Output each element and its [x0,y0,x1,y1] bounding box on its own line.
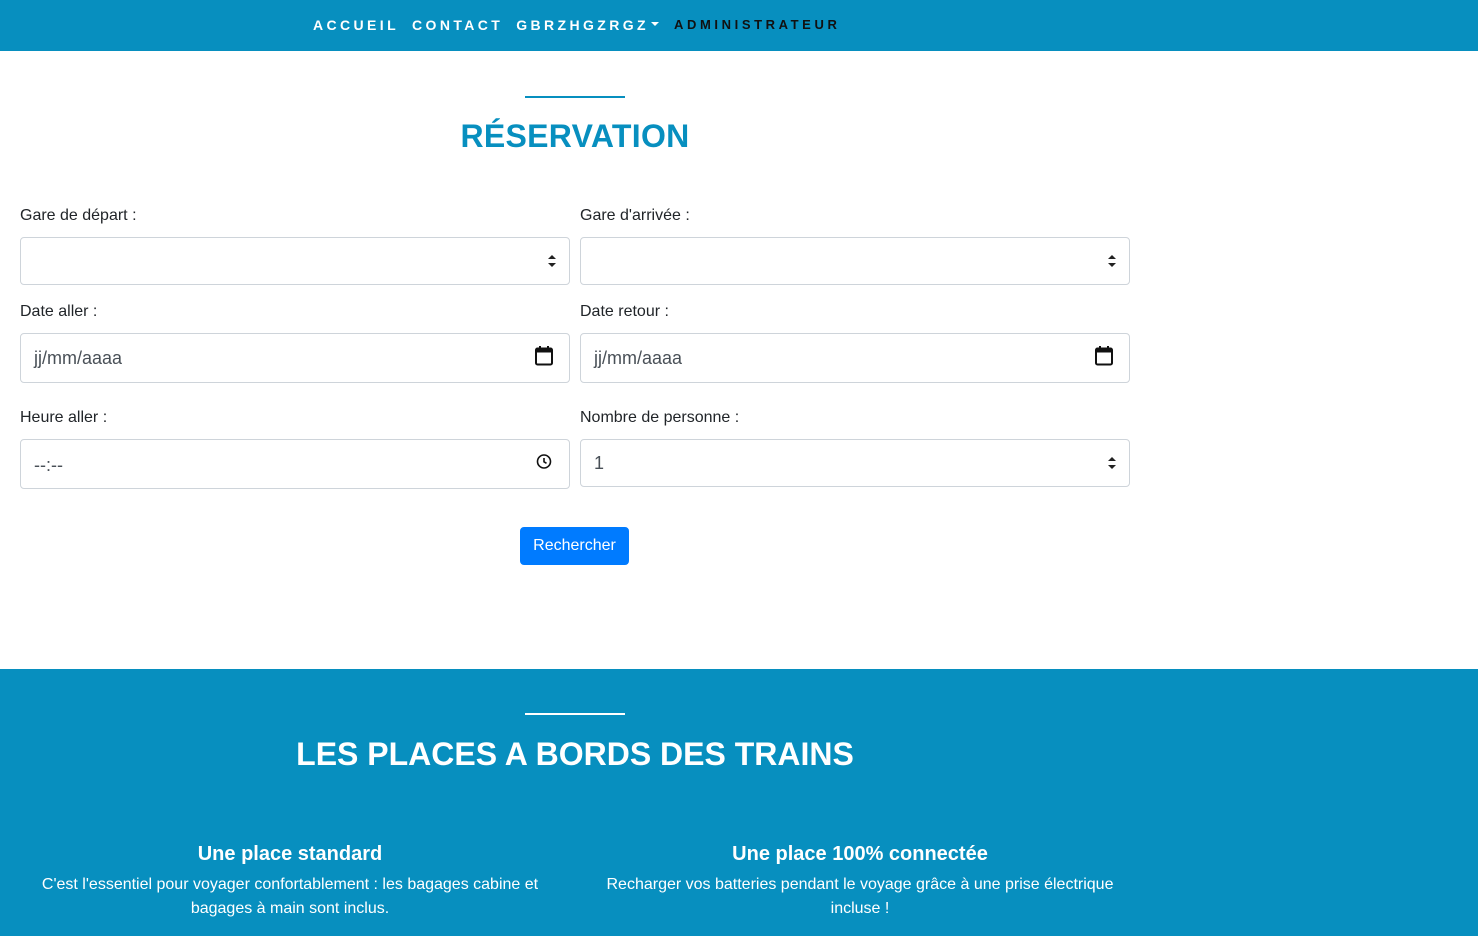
feature-standard: Une place standard C'est l'essentiel pou… [20,842,560,921]
select-arrows-icon [548,255,556,267]
nav-user-dropdown[interactable]: GBRZHGZRGZ [516,17,659,33]
persons-select[interactable]: 1 [580,439,1130,487]
time-out-input[interactable]: --:-- [20,439,570,489]
feature-text: C'est l'essentiel pour voyager confortab… [41,876,539,917]
date-out-value: jj/mm/aaaa [34,348,123,368]
select-arrows-icon [1108,255,1116,267]
places-title: LES PLACES A BORDS DES TRAINS [296,736,854,772]
reservation-divider [525,96,625,98]
feature-title: Une place standard [197,843,383,865]
departure-label: Gare de départ : [20,207,137,224]
nav-accueil[interactable]: ACCUEIL [313,17,399,33]
date-out-input[interactable]: jj/mm/aaaa [20,333,570,383]
persons-label: Nombre de personne : [580,409,740,426]
clock-icon[interactable] [536,454,552,475]
top-navbar: ACCUEIL CONTACT GBRZHGZRGZ ADMINISTRATEU… [0,0,1478,51]
date-out-label: Date aller : [20,303,98,320]
time-out-label: Heure aller : [20,409,108,426]
nav-contact[interactable]: CONTACT [412,17,503,33]
arrival-select[interactable] [580,237,1130,285]
nav-links: ACCUEIL CONTACT GBRZHGZRGZ ADMINISTRATEU… [313,17,853,33]
feature-title: Une place 100% connectée [732,843,988,865]
date-return-value: jj/mm/aaaa [594,348,683,368]
calendar-icon[interactable] [1095,346,1113,371]
calendar-icon[interactable] [535,346,553,371]
date-return-input[interactable]: jj/mm/aaaa [580,333,1130,383]
places-divider [525,713,625,715]
chevron-down-icon [651,22,659,27]
persons-value: 1 [594,453,605,473]
feature-connected: Une place 100% connectée Recharger vos b… [590,842,1130,921]
date-return-label: Date retour : [580,303,669,320]
feature-text: Recharger vos batteries pendant le voyag… [606,876,1114,917]
arrival-label: Gare d'arrivée : [580,207,690,224]
nav-administrateur[interactable]: ADMINISTRATEUR [674,17,840,33]
nav-user-label: GBRZHGZRGZ [516,17,649,33]
search-button[interactable]: Rechercher [520,527,629,565]
departure-select[interactable] [20,237,570,285]
select-arrows-icon [1108,457,1116,469]
time-out-value: --:-- [34,455,63,475]
reservation-title: RÉSERVATION [460,118,690,154]
